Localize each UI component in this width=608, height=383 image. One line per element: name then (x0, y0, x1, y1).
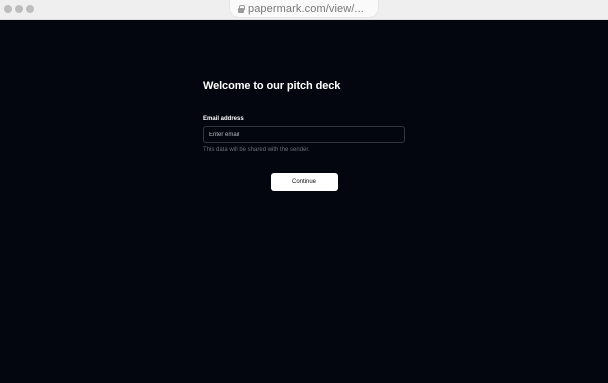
continue-button[interactable]: Continue (270, 173, 338, 191)
address-bar[interactable]: papermark.com/view/... (230, 0, 378, 17)
minimize-window-button[interactable] (15, 5, 23, 13)
window-controls (4, 5, 34, 13)
page-content: Welcome to our pitch deck Email address … (0, 20, 608, 383)
lock-icon (238, 4, 245, 13)
email-field[interactable] (203, 126, 405, 143)
email-label: Email address (203, 116, 244, 122)
maximize-window-button[interactable] (26, 5, 34, 13)
browser-toolbar: papermark.com/view/... (0, 0, 608, 20)
helper-text: This data will be shared with the sender… (203, 147, 310, 153)
address-bar-url: papermark.com/view/... (248, 2, 364, 15)
close-window-button[interactable] (4, 5, 12, 13)
page-title: Welcome to our pitch deck (203, 80, 341, 92)
email-gate-form: Welcome to our pitch deck Email address … (203, 80, 405, 191)
